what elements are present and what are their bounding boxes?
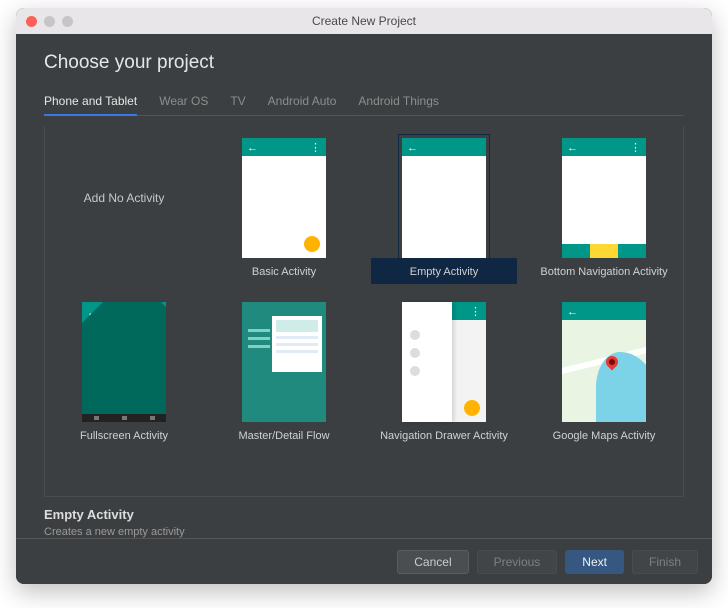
template-fullscreen[interactable]: ← Fullscreen Activity [51,296,197,456]
tab-android-auto[interactable]: Android Auto [268,94,337,115]
dialog-footer: Cancel Previous Next Finish [16,538,712,584]
window-title: Create New Project [16,14,712,28]
titlebar: Create New Project [16,8,712,34]
template-basic-activity[interactable]: Basic Activity [211,132,357,292]
template-caption: Fullscreen Activity [80,430,168,442]
tab-android-things[interactable]: Android Things [358,94,439,115]
overflow-icon [630,138,641,156]
tab-wear-os[interactable]: Wear OS [159,94,208,115]
template-caption: Empty Activity [410,266,478,278]
template-caption: Navigation Drawer Activity [380,430,508,442]
fab-icon [304,236,320,252]
overflow-icon [310,138,321,156]
template-nav-drawer[interactable]: Navigation Drawer Activity [371,296,517,456]
detail-description: Creates a new empty activity [44,526,684,538]
back-arrow-icon [567,302,578,320]
template-caption: Master/Detail Flow [238,430,329,442]
template-caption [122,266,125,278]
template-master-detail[interactable]: Master/Detail Flow [211,296,357,456]
finish-button: Finish [632,550,698,574]
tab-tv[interactable]: TV [230,94,245,115]
template-bottom-nav[interactable]: Bottom Navigation Activity [531,132,677,292]
template-google-maps[interactable]: Google Maps Activity [531,296,677,456]
fab-icon [464,400,480,416]
template-caption: Google Maps Activity [553,430,656,442]
template-caption: Basic Activity [252,266,316,278]
page-title: Choose your project [44,52,684,74]
previous-button: Previous [477,550,558,574]
tab-phone-tablet[interactable]: Phone and Tablet [44,94,137,116]
template-empty-activity[interactable]: Empty Activity [371,132,517,292]
cancel-button[interactable]: Cancel [397,550,468,574]
next-button[interactable]: Next [565,550,624,574]
no-activity-label: Add No Activity [82,138,166,258]
back-arrow-icon [567,138,578,156]
platform-tabs: Phone and Tablet Wear OS TV Android Auto… [44,94,684,116]
back-arrow-icon [247,138,258,156]
template-caption: Bottom Navigation Activity [540,266,667,278]
dialog-window: Create New Project Choose your project P… [16,8,712,584]
dialog-content: Choose your project Phone and Tablet Wea… [16,34,712,538]
template-no-activity[interactable]: Add No Activity [51,132,197,292]
overflow-icon [470,302,481,320]
back-arrow-icon [407,138,418,156]
template-detail: Empty Activity Creates a new empty activ… [44,497,684,538]
template-grid: Add No Activity Basic Activity [44,126,684,497]
detail-title: Empty Activity [44,507,684,522]
